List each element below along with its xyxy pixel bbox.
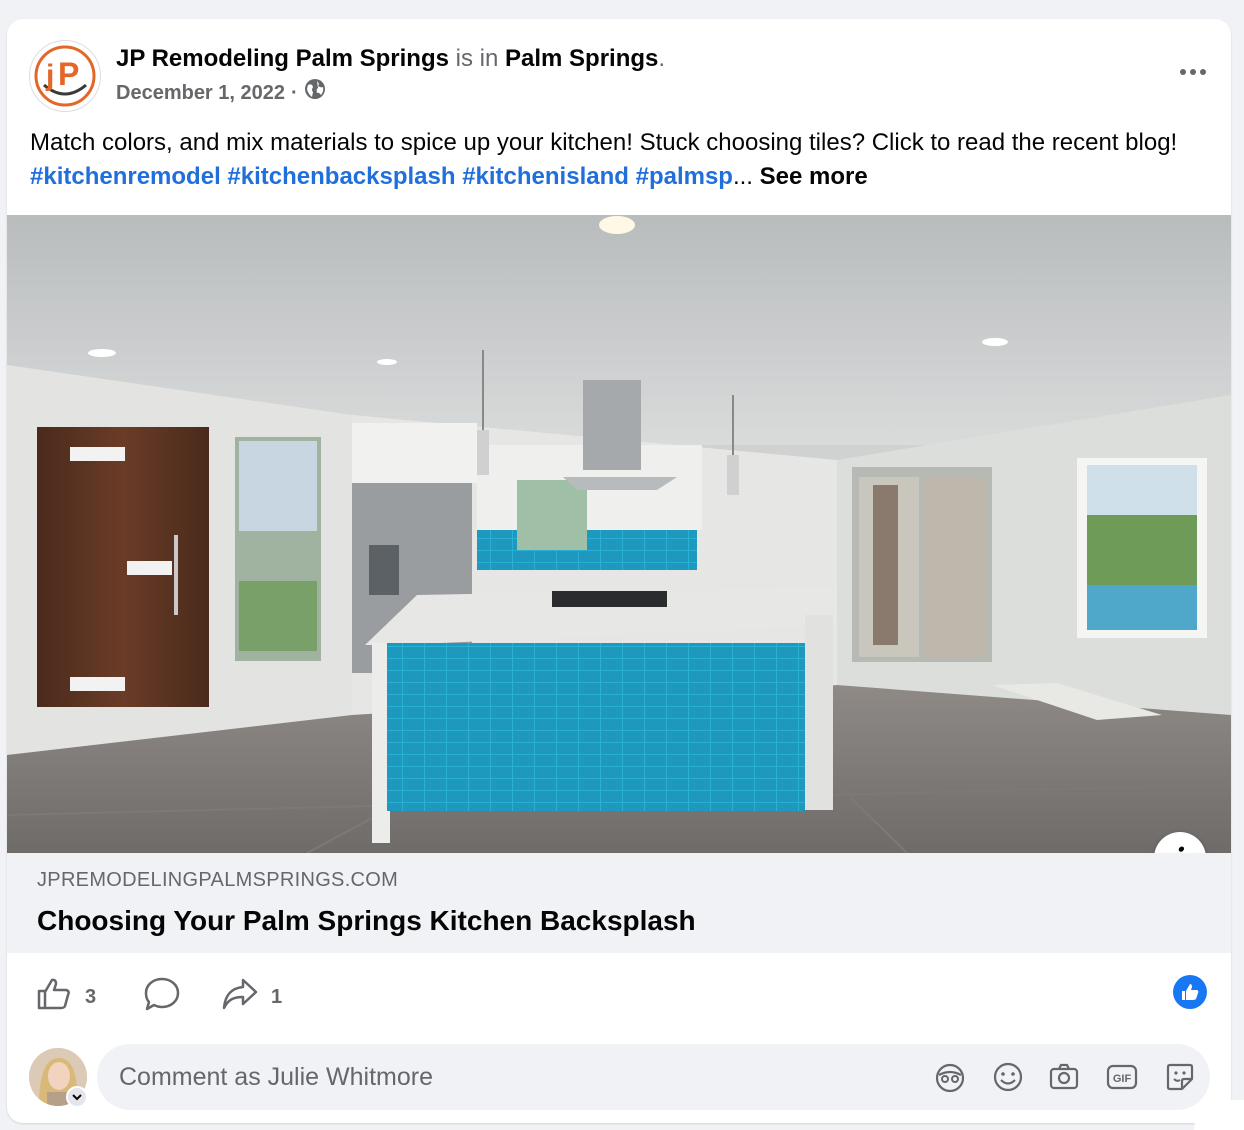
- kitchen-photo: [7, 215, 1231, 853]
- comment-button[interactable]: [143, 975, 181, 1019]
- link-title[interactable]: Choosing Your Palm Springs Kitchen Backs…: [37, 905, 696, 937]
- sticker-icon[interactable]: [1163, 1060, 1197, 1094]
- avatar-sticker-icon[interactable]: [933, 1060, 967, 1094]
- share-button[interactable]: 1: [221, 975, 282, 1019]
- share-count: 1: [271, 985, 283, 1008]
- post-date[interactable]: December 1, 2022: [116, 80, 285, 106]
- link-preview-image[interactable]: [7, 215, 1231, 853]
- caption-ellipsis: ...: [732, 163, 753, 190]
- dot-icon: [1180, 69, 1186, 75]
- more-options-button[interactable]: [1173, 55, 1213, 89]
- hashtag-link[interactable]: #kitchenremodel: [30, 163, 221, 190]
- like-reaction-icon[interactable]: [1173, 975, 1207, 1009]
- see-more-link[interactable]: See more: [760, 163, 868, 190]
- jp-logo-icon: j P: [34, 45, 96, 107]
- post-author-line: JP Remodeling Palm Springs is in Palm Sp…: [116, 44, 665, 74]
- globe-icon: [304, 78, 326, 107]
- author-link[interactable]: JP Remodeling Palm Springs: [116, 45, 449, 72]
- caption-text: Match colors, and mix materials to spice…: [30, 129, 1178, 156]
- comment-box[interactable]: GIF: [97, 1044, 1210, 1110]
- post-actions: 3 1: [7, 953, 1231, 1033]
- gif-label: GIF: [1113, 1073, 1132, 1085]
- hashtag-link[interactable]: #palmsp: [636, 163, 733, 190]
- share-arrow-icon: [221, 975, 259, 1019]
- is-in-text: is in: [455, 45, 499, 72]
- comment-bubble-icon: [143, 975, 181, 1019]
- gif-icon[interactable]: GIF: [1105, 1060, 1139, 1094]
- post-card: j P JP Remodeling Palm Springs is in Pal…: [7, 19, 1231, 1123]
- camera-icon[interactable]: [1047, 1060, 1081, 1094]
- chevron-down-icon[interactable]: [66, 1086, 88, 1108]
- post-meta: December 1, 2022 ·: [116, 78, 326, 107]
- link-domain: JPREMODELINGPALMSPRINGS.COM: [37, 869, 399, 891]
- period-text: .: [658, 45, 666, 72]
- comment-input[interactable]: [119, 1044, 899, 1110]
- dot-icon: [1200, 69, 1206, 75]
- comment-row: GIF: [7, 1039, 1231, 1119]
- svg-text:P: P: [58, 56, 79, 92]
- dot-icon: [1190, 69, 1196, 75]
- place-link[interactable]: Palm Springs: [505, 45, 658, 72]
- page-avatar[interactable]: j P: [29, 40, 101, 112]
- hashtag-link[interactable]: #kitchenisland: [462, 163, 629, 190]
- link-preview-footer[interactable]: JPREMODELINGPALMSPRINGS.COM Choosing You…: [7, 853, 1231, 953]
- meta-dot: ·: [291, 81, 298, 104]
- like-count: 3: [85, 985, 97, 1008]
- svg-text:j: j: [45, 59, 54, 92]
- emoji-icon[interactable]: [991, 1060, 1025, 1094]
- hashtag-link[interactable]: #kitchenbacksplash: [227, 163, 455, 190]
- like-button[interactable]: 3: [35, 975, 96, 1019]
- thumbs-up-icon: [35, 975, 73, 1019]
- post-caption: Match colors, and mix materials to spice…: [30, 126, 1200, 194]
- post-header: j P JP Remodeling Palm Springs is in Pal…: [7, 19, 1231, 119]
